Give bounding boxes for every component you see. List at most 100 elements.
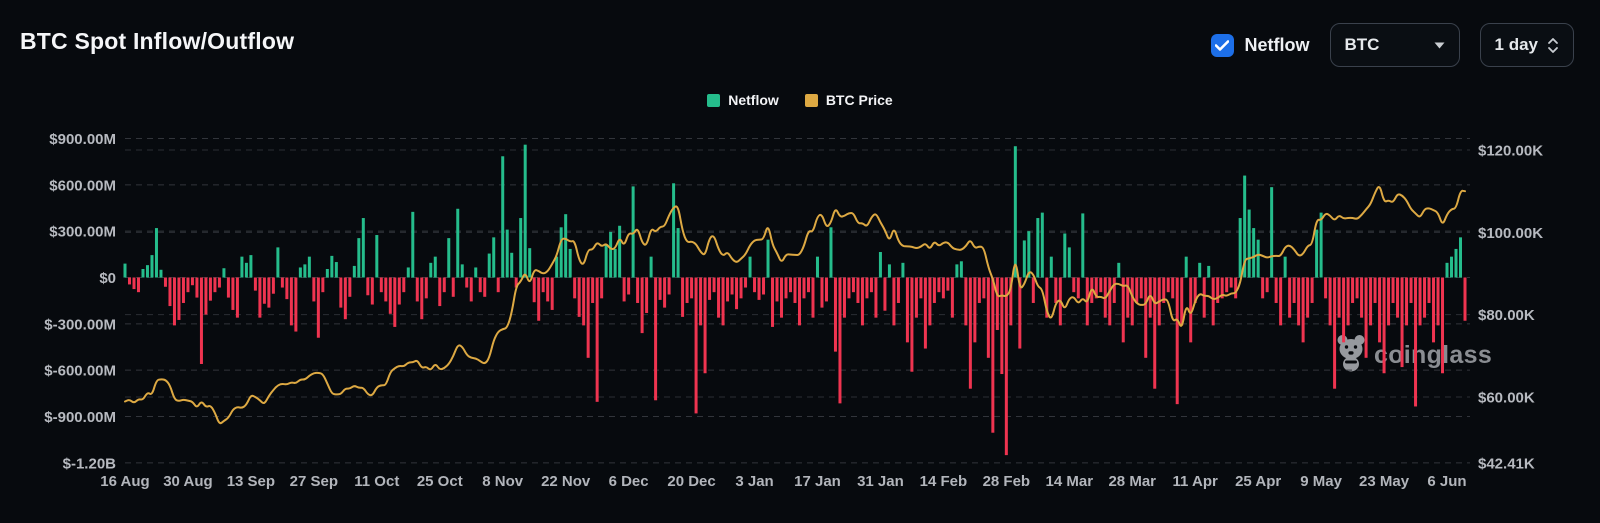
netflow-bar[interactable] xyxy=(712,277,716,293)
netflow-bar[interactable] xyxy=(937,277,941,293)
netflow-bar[interactable] xyxy=(766,239,770,278)
netflow-bar[interactable] xyxy=(811,277,815,318)
netflow-bar[interactable] xyxy=(330,255,334,278)
netflow-bar[interactable] xyxy=(1027,231,1031,278)
netflow-bar[interactable] xyxy=(1283,256,1287,278)
netflow-bar[interactable] xyxy=(1076,277,1080,299)
netflow-bar[interactable] xyxy=(438,277,442,307)
netflow-bar[interactable] xyxy=(690,277,694,299)
netflow-bar[interactable] xyxy=(1319,212,1323,278)
netflow-bar[interactable] xyxy=(842,277,846,318)
netflow-bar[interactable] xyxy=(1274,277,1278,303)
netflow-bar[interactable] xyxy=(1072,277,1076,293)
netflow-bar[interactable] xyxy=(312,277,316,302)
netflow-bar[interactable] xyxy=(361,218,365,278)
netflow-bar[interactable] xyxy=(258,277,262,318)
netflow-bar[interactable] xyxy=(1144,277,1148,358)
netflow-bar[interactable] xyxy=(564,214,568,278)
netflow-bar[interactable] xyxy=(1117,262,1121,278)
netflow-bar[interactable] xyxy=(469,277,473,302)
netflow-bar[interactable] xyxy=(595,277,599,402)
netflow-bar[interactable] xyxy=(370,277,374,305)
netflow-bar[interactable] xyxy=(1175,277,1179,405)
netflow-bar[interactable] xyxy=(923,277,927,349)
netflow-bar[interactable] xyxy=(132,277,136,290)
netflow-bar[interactable] xyxy=(1004,277,1008,456)
netflow-bar[interactable] xyxy=(163,277,167,287)
netflow-bar[interactable] xyxy=(1153,277,1157,389)
netflow-bar[interactable] xyxy=(1301,277,1305,343)
netflow-bar[interactable] xyxy=(523,144,527,278)
netflow-bar[interactable] xyxy=(231,277,235,310)
netflow-bar[interactable] xyxy=(366,277,370,296)
netflow-bar[interactable] xyxy=(1166,277,1170,293)
netflow-bar[interactable] xyxy=(771,277,775,327)
netflow-bar[interactable] xyxy=(150,255,154,278)
netflow-bar[interactable] xyxy=(914,277,918,318)
netflow-bar[interactable] xyxy=(802,277,806,299)
netflow-bar[interactable] xyxy=(1441,277,1445,374)
netflow-bar[interactable] xyxy=(600,277,604,299)
netflow-bar[interactable] xyxy=(1211,277,1215,326)
netflow-bar[interactable] xyxy=(847,277,851,299)
netflow-bar[interactable] xyxy=(1229,277,1233,288)
legend-item-netflow[interactable]: Netflow xyxy=(707,92,779,108)
netflow-bar[interactable] xyxy=(582,277,586,326)
netflow-bar[interactable] xyxy=(932,277,936,303)
netflow-bar[interactable] xyxy=(406,267,410,278)
netflow-bar[interactable] xyxy=(294,277,298,332)
netflow-bar[interactable] xyxy=(717,277,721,318)
netflow-bar[interactable] xyxy=(249,255,253,278)
netflow-bar[interactable] xyxy=(699,277,703,326)
netflow-bar[interactable] xyxy=(208,277,212,301)
netflow-bar[interactable] xyxy=(1315,229,1319,278)
netflow-bar[interactable] xyxy=(1337,277,1341,318)
netflow-bar[interactable] xyxy=(708,277,712,300)
netflow-bar[interactable] xyxy=(1270,187,1274,278)
netflow-bar[interactable] xyxy=(1207,265,1211,278)
netflow-bar[interactable] xyxy=(1310,277,1314,303)
netflow-bar[interactable] xyxy=(609,231,613,278)
netflow-bar[interactable] xyxy=(442,277,446,293)
netflow-bar[interactable] xyxy=(357,238,361,278)
netflow-bar[interactable] xyxy=(483,277,487,297)
netflow-bar[interactable] xyxy=(1040,212,1044,278)
netflow-bar[interactable] xyxy=(1297,277,1301,326)
netflow-bar[interactable] xyxy=(676,228,680,278)
netflow-bar[interactable] xyxy=(640,277,644,334)
netflow-bar[interactable] xyxy=(1112,277,1116,303)
netflow-bar[interactable] xyxy=(901,262,905,278)
netflow-bar[interactable] xyxy=(1414,277,1418,407)
netflow-bar[interactable] xyxy=(172,277,176,326)
netflow-bar[interactable] xyxy=(298,267,302,278)
netflow-bar[interactable] xyxy=(1396,277,1400,318)
netflow-bar[interactable] xyxy=(244,262,248,278)
netflow-bar[interactable] xyxy=(465,277,469,288)
netflow-bar[interactable] xyxy=(892,277,896,326)
netflow-bar[interactable] xyxy=(1256,239,1260,278)
netflow-bar[interactable] xyxy=(177,277,181,320)
netflow-bar[interactable] xyxy=(235,277,239,318)
netflow-bar[interactable] xyxy=(730,277,734,295)
netflow-bar[interactable] xyxy=(415,277,419,302)
netflow-bar[interactable] xyxy=(429,262,433,278)
netflow-bar[interactable] xyxy=(276,247,280,278)
netflow-bar[interactable] xyxy=(424,277,428,299)
netflow-bar[interactable] xyxy=(1391,277,1395,303)
netflow-bar[interactable] xyxy=(154,228,158,278)
netflow-bar[interactable] xyxy=(613,248,617,278)
netflow-bar[interactable] xyxy=(959,261,963,278)
netflow-bar[interactable] xyxy=(1400,277,1404,368)
netflow-bar[interactable] xyxy=(1382,277,1386,374)
netflow-bar[interactable] xyxy=(1126,277,1130,318)
netflow-bar[interactable] xyxy=(757,277,761,300)
netflow-bar[interactable] xyxy=(1360,277,1364,318)
netflow-bar[interactable] xyxy=(474,267,478,278)
netflow-bar[interactable] xyxy=(793,277,797,303)
netflow-bar[interactable] xyxy=(141,269,145,278)
netflow-bar[interactable] xyxy=(1234,277,1238,299)
netflow-bar[interactable] xyxy=(591,277,595,303)
netflow-bar[interactable] xyxy=(878,252,882,278)
netflow-bar[interactable] xyxy=(541,277,545,293)
netflow-bar[interactable] xyxy=(460,264,464,278)
